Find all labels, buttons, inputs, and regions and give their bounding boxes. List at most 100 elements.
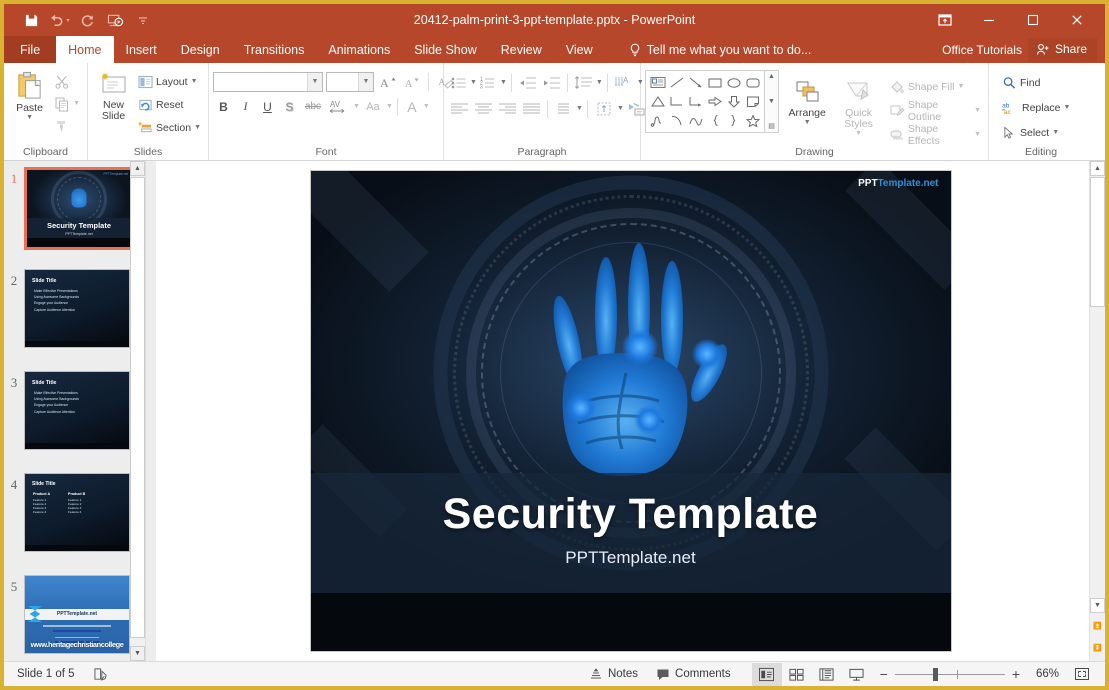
shape-effects-caret-icon[interactable]: ▼	[974, 131, 981, 138]
line-spacing-caret-icon[interactable]: ▼	[596, 79, 603, 86]
next-slide-icon[interactable]: ⏬	[1090, 639, 1105, 657]
tab-review[interactable]: Review	[489, 36, 554, 63]
increase-indent-button[interactable]	[540, 72, 563, 93]
shape-star-icon[interactable]	[743, 111, 762, 130]
arrange-caret-icon[interactable]: ▼	[804, 119, 811, 126]
change-case-caret-icon[interactable]: ▼	[386, 103, 393, 110]
slide-show-view-button[interactable]	[842, 663, 872, 686]
tab-slide-show[interactable]: Slide Show	[402, 36, 489, 63]
user-name[interactable]: Office Tutorials	[942, 43, 1022, 57]
text-shadow-button[interactable]: S	[279, 96, 300, 117]
character-spacing-caret-icon[interactable]: ▼	[353, 103, 360, 110]
columns-button[interactable]	[552, 98, 575, 119]
slide-editing-stage[interactable]: PPTTemplate.net Security Template PPTTem…	[156, 161, 1105, 661]
font-color-caret-icon[interactable]: ▼	[423, 103, 430, 110]
change-case-button[interactable]: Aa	[361, 96, 385, 117]
quick-styles-caret-icon[interactable]: ▼	[855, 130, 862, 137]
align-text-button[interactable]	[592, 98, 616, 119]
thumbnail-scroll-up-icon[interactable]: ▲	[130, 161, 145, 176]
shape-pentagon-flowchart-icon[interactable]	[743, 92, 762, 111]
normal-view-button[interactable]	[751, 662, 782, 686]
tab-file[interactable]: File	[4, 36, 57, 63]
font-color-button[interactable]: A	[402, 96, 422, 117]
copy-caret-icon[interactable]: ▼	[73, 100, 80, 107]
font-name-input[interactable]: ▼	[213, 71, 323, 92]
zoom-control[interactable]: − + 66%	[872, 666, 1067, 682]
tab-transitions[interactable]: Transitions	[232, 36, 317, 63]
slide-vertical-scrollbar[interactable]: ▲ ▼ ⏫ ⏬	[1089, 161, 1105, 661]
zoom-out-button[interactable]: −	[880, 666, 888, 682]
slide-counter[interactable]: Slide 1 of 5	[8, 663, 84, 686]
shape-fill-caret-icon[interactable]: ▼	[958, 83, 965, 90]
slide-thumbnail-pane[interactable]: 1 Security Template PPTTemplate.net PPTT…	[4, 161, 156, 661]
quick-styles-button[interactable]: Quick Styles ▼	[835, 70, 881, 137]
shape-right-brace-icon[interactable]	[724, 111, 743, 130]
find-button[interactable]: Find	[999, 72, 1043, 93]
zoom-slider-track[interactable]	[894, 667, 1005, 681]
thumbnail-scrollbar-thumb[interactable]	[130, 177, 145, 638]
shape-effects-button[interactable]: Shape Effects ▼	[886, 123, 984, 147]
align-right-button[interactable]	[496, 98, 519, 119]
justify-button[interactable]	[520, 98, 543, 119]
ribbon-display-options-icon[interactable]	[923, 5, 967, 35]
fit-to-window-button[interactable]	[1067, 663, 1097, 686]
thumbnail-scroll-down-icon[interactable]: ▼	[130, 646, 145, 661]
zoom-in-button[interactable]: +	[1012, 666, 1020, 682]
customize-qat-icon[interactable]	[130, 8, 156, 32]
share-button[interactable]: Share	[1027, 37, 1097, 62]
line-spacing-button[interactable]	[572, 72, 595, 93]
shapes-gallery-scroll[interactable]: ▲ ▼ ▤	[765, 70, 779, 133]
shape-scribble-icon[interactable]	[648, 111, 667, 130]
slide-subtitle-text[interactable]: PPTTemplate.net	[311, 548, 951, 568]
paste-button[interactable]: Paste ▼	[8, 68, 51, 121]
strikethrough-button[interactable]: abc	[301, 96, 325, 117]
numbering-caret-icon[interactable]: ▼	[500, 79, 507, 86]
shape-outline-caret-icon[interactable]: ▼	[974, 107, 981, 114]
comments-button[interactable]: Comments	[647, 663, 740, 686]
columns-caret-icon[interactable]: ▼	[576, 105, 583, 112]
shape-line-icon[interactable]	[667, 73, 686, 92]
select-caret-icon[interactable]: ▼	[1052, 129, 1059, 136]
replace-caret-icon[interactable]: ▼	[1064, 104, 1071, 111]
shape-elbow-connector-icon[interactable]	[667, 92, 686, 111]
vertical-scrollbar-thumb[interactable]	[1090, 177, 1105, 307]
bold-button[interactable]: B	[213, 96, 234, 117]
gallery-scroll-up-icon[interactable]: ▲	[768, 73, 775, 80]
reset-button[interactable]: Reset	[135, 94, 204, 115]
section-button[interactable]: Section ▼	[135, 117, 204, 138]
align-text-caret-icon[interactable]: ▼	[617, 105, 624, 112]
gallery-scroll-down-icon[interactable]: ▼	[768, 98, 775, 105]
shape-outline-button[interactable]: Shape Outline ▼	[886, 99, 984, 123]
decrease-font-size-button[interactable]: A	[401, 71, 422, 92]
tab-home[interactable]: Home	[56, 36, 114, 63]
shape-text-box-icon[interactable]	[648, 73, 667, 92]
undo-icon[interactable]: ▾	[46, 8, 72, 32]
numbering-button[interactable]: 123	[478, 72, 499, 93]
select-button[interactable]: Select ▼	[999, 122, 1062, 143]
thumbnail-pane-splitter[interactable]	[145, 161, 156, 661]
redo-icon[interactable]	[74, 8, 100, 32]
decrease-indent-button[interactable]	[516, 72, 539, 93]
scroll-up-icon[interactable]: ▲	[1090, 161, 1105, 176]
gallery-more-icon[interactable]: ▤	[768, 122, 775, 130]
shape-freeform-icon[interactable]	[686, 111, 705, 130]
format-painter-button[interactable]	[51, 115, 83, 136]
previous-slide-icon[interactable]: ⏫	[1090, 617, 1105, 635]
slide-sorter-view-button[interactable]	[782, 663, 812, 686]
text-direction-button[interactable]: A	[612, 72, 636, 93]
tab-view[interactable]: View	[554, 36, 605, 63]
italic-button[interactable]: I	[235, 96, 256, 117]
tab-insert[interactable]: Insert	[114, 36, 169, 63]
shape-oval-icon[interactable]	[724, 73, 743, 92]
scroll-down-icon[interactable]: ▼	[1090, 598, 1105, 613]
shape-fill-button[interactable]: Shape Fill ▼	[886, 76, 984, 97]
align-left-button[interactable]	[448, 98, 471, 119]
reading-view-button[interactable]	[812, 663, 842, 686]
shape-arrow-icon[interactable]	[686, 73, 705, 92]
slide-title-text[interactable]: Security Template	[311, 490, 951, 539]
layout-button[interactable]: Layout ▼	[135, 71, 204, 92]
bullets-caret-icon[interactable]: ▼	[470, 79, 477, 86]
close-icon[interactable]	[1055, 5, 1099, 35]
arrange-button[interactable]: Arrange ▼	[783, 70, 831, 126]
minimize-icon[interactable]	[967, 5, 1011, 35]
